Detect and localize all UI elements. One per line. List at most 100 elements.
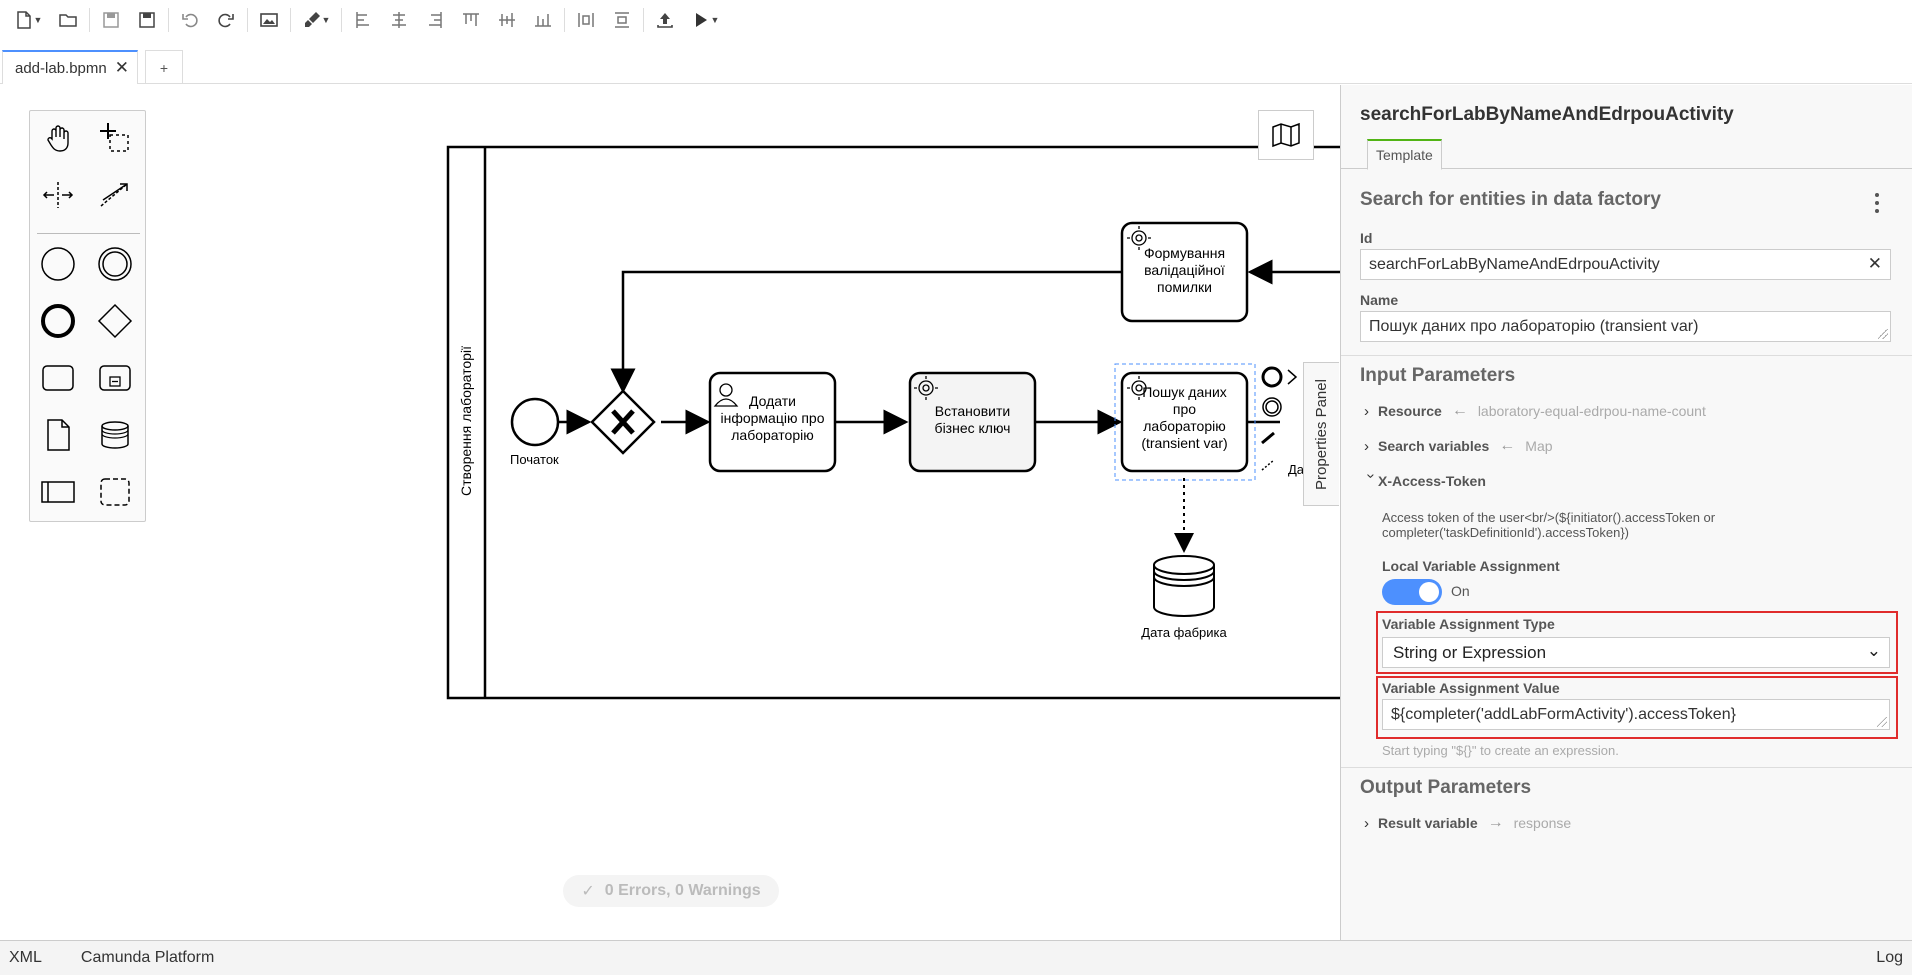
intermediate-event-icon[interactable]	[94, 243, 136, 285]
new-file-icon[interactable]: ▼	[6, 4, 50, 36]
platform-button[interactable]: Camunda Platform	[81, 949, 214, 967]
id-field[interactable]: searchForLabByNameAndEdrpouActivity ✕	[1360, 249, 1891, 280]
check-icon: ✓	[581, 883, 595, 900]
arrow-left-icon: ←	[1499, 437, 1516, 454]
divider	[564, 8, 565, 32]
properties-panel: searchForLabByNameAndEdrpouActivity Temp…	[1340, 85, 1912, 940]
redo-icon[interactable]	[208, 4, 244, 36]
text-line: Додати	[749, 393, 796, 409]
chevron-down-icon: ⌄	[1866, 641, 1881, 660]
result-variable-label: Result variable	[1378, 815, 1478, 831]
text-line: про	[1172, 401, 1197, 417]
divider	[89, 8, 90, 32]
validation-status[interactable]: ✓ 0 Errors, 0 Warnings	[563, 875, 779, 907]
connect-tool-icon[interactable]	[94, 174, 136, 216]
deploy-icon[interactable]	[647, 4, 683, 36]
tab-template[interactable]: Template	[1367, 139, 1442, 170]
paint-brush-icon[interactable]: ▼	[294, 4, 338, 36]
arrow-right-icon: →	[1487, 814, 1504, 831]
align-top-icon[interactable]	[453, 4, 489, 36]
clear-icon[interactable]: ✕	[1868, 254, 1882, 274]
name-field[interactable]: Пошук даних про лабораторію (transient v…	[1360, 311, 1891, 342]
resource-row[interactable]: › Resource ← laboratory-equal-edrpou-nam…	[1364, 402, 1706, 420]
chevron-right-icon: ›	[1364, 437, 1369, 455]
xml-button[interactable]: XML	[9, 949, 42, 967]
text-line: лабораторію	[1143, 418, 1226, 434]
lasso-tool-icon[interactable]	[94, 117, 136, 159]
var-value-field[interactable]: ${completer('addLabFormActivity').access…	[1382, 699, 1890, 730]
undo-icon[interactable]	[172, 4, 208, 36]
arrow-left-icon: ←	[1451, 402, 1468, 419]
result-variable-row[interactable]: › Result variable → response	[1364, 814, 1571, 832]
tab-label: add-lab.bpmn	[15, 59, 107, 77]
output-params-title: Output Parameters	[1360, 777, 1532, 798]
resize-handle-icon[interactable]	[1878, 329, 1888, 339]
align-center-icon[interactable]	[381, 4, 417, 36]
properties-panel-label: Properties Panel	[1313, 378, 1330, 490]
divider	[643, 8, 644, 32]
align-middle-icon[interactable]	[489, 4, 525, 36]
resource-value: laboratory-equal-edrpou-name-count	[1477, 403, 1706, 419]
id-label: Id	[1360, 230, 1373, 246]
search-variables-row[interactable]: › Search variables ← Map	[1364, 437, 1553, 455]
properties-panel-toggle[interactable]: Properties Panel	[1303, 362, 1339, 506]
start-event-icon[interactable]	[37, 243, 79, 285]
log-button[interactable]: Log	[1876, 949, 1903, 967]
close-icon[interactable]: ✕	[115, 58, 129, 78]
group-icon[interactable]	[94, 471, 136, 513]
divider	[1341, 355, 1912, 356]
end-event-icon[interactable]	[37, 300, 79, 342]
open-folder-icon[interactable]	[50, 4, 86, 36]
divider	[341, 8, 342, 32]
bpmn-diagram	[446, 145, 1340, 700]
align-right-icon[interactable]	[417, 4, 453, 36]
description-line: Access token of the user<br/>(${initiato…	[1382, 510, 1716, 525]
pool-icon[interactable]	[37, 471, 79, 513]
x-access-token-description: Access token of the user<br/>(${initiato…	[1382, 510, 1882, 540]
align-left-icon[interactable]	[345, 4, 381, 36]
name-label: Name	[1360, 292, 1399, 308]
hand-tool-icon[interactable]	[37, 117, 79, 159]
diagram-canvas[interactable]: Створення лабораторії Початок Додати інф…	[0, 85, 1340, 940]
add-tab-button[interactable]: +	[145, 50, 183, 84]
save-icon[interactable]	[93, 4, 129, 36]
align-bottom-icon[interactable]	[525, 4, 561, 36]
tab-add-lab[interactable]: add-lab.bpmn ✕	[2, 50, 138, 84]
data-store[interactable]	[1153, 555, 1215, 617]
toolbar: ▼ ▼ ▼	[0, 0, 1912, 40]
result-variable-value: response	[1513, 815, 1572, 831]
local-variable-label: Local Variable Assignment	[1382, 558, 1560, 574]
distribute-horizontal-icon[interactable]	[568, 4, 604, 36]
space-tool-icon[interactable]	[37, 174, 79, 216]
resize-handle-icon[interactable]	[1877, 717, 1887, 727]
data-store-icon[interactable]	[94, 414, 136, 456]
text-line: Пошук даних	[1142, 384, 1227, 400]
local-variable-toggle[interactable]	[1382, 579, 1442, 605]
divider	[247, 8, 248, 32]
run-icon[interactable]: ▼	[683, 4, 727, 36]
text-line: лабораторію	[731, 427, 814, 443]
task-validation-label: Формування валідаційної помилки	[1122, 245, 1247, 296]
save-as-icon[interactable]	[129, 4, 165, 36]
task-icon[interactable]	[37, 357, 79, 399]
divider	[37, 233, 140, 234]
subprocess-icon[interactable]	[94, 357, 136, 399]
more-menu-icon[interactable]	[1869, 191, 1885, 215]
start-event-label: Початок	[510, 452, 559, 467]
x-access-token-row[interactable]: › X-Access-Token	[1363, 472, 1486, 489]
var-type-select[interactable]: String or Expression ⌄	[1382, 637, 1890, 668]
status-bar: XML Camunda Platform Log	[0, 940, 1912, 975]
map-icon	[1272, 122, 1300, 148]
export-image-icon[interactable]	[251, 4, 287, 36]
element-title: searchForLabByNameAndEdrpouActivity	[1360, 104, 1734, 125]
minimap-toggle-button[interactable]	[1258, 110, 1314, 160]
partial-label: Да	[1288, 462, 1305, 477]
text-line: (transient var)	[1141, 435, 1228, 451]
start-event[interactable]	[510, 397, 560, 447]
distribute-vertical-icon[interactable]	[604, 4, 640, 36]
task-search-label: Пошук даних про лабораторію (transient v…	[1122, 384, 1247, 452]
data-object-icon[interactable]	[37, 414, 79, 456]
divider	[290, 8, 291, 32]
divider	[1341, 767, 1912, 768]
gateway-icon[interactable]	[94, 300, 136, 342]
